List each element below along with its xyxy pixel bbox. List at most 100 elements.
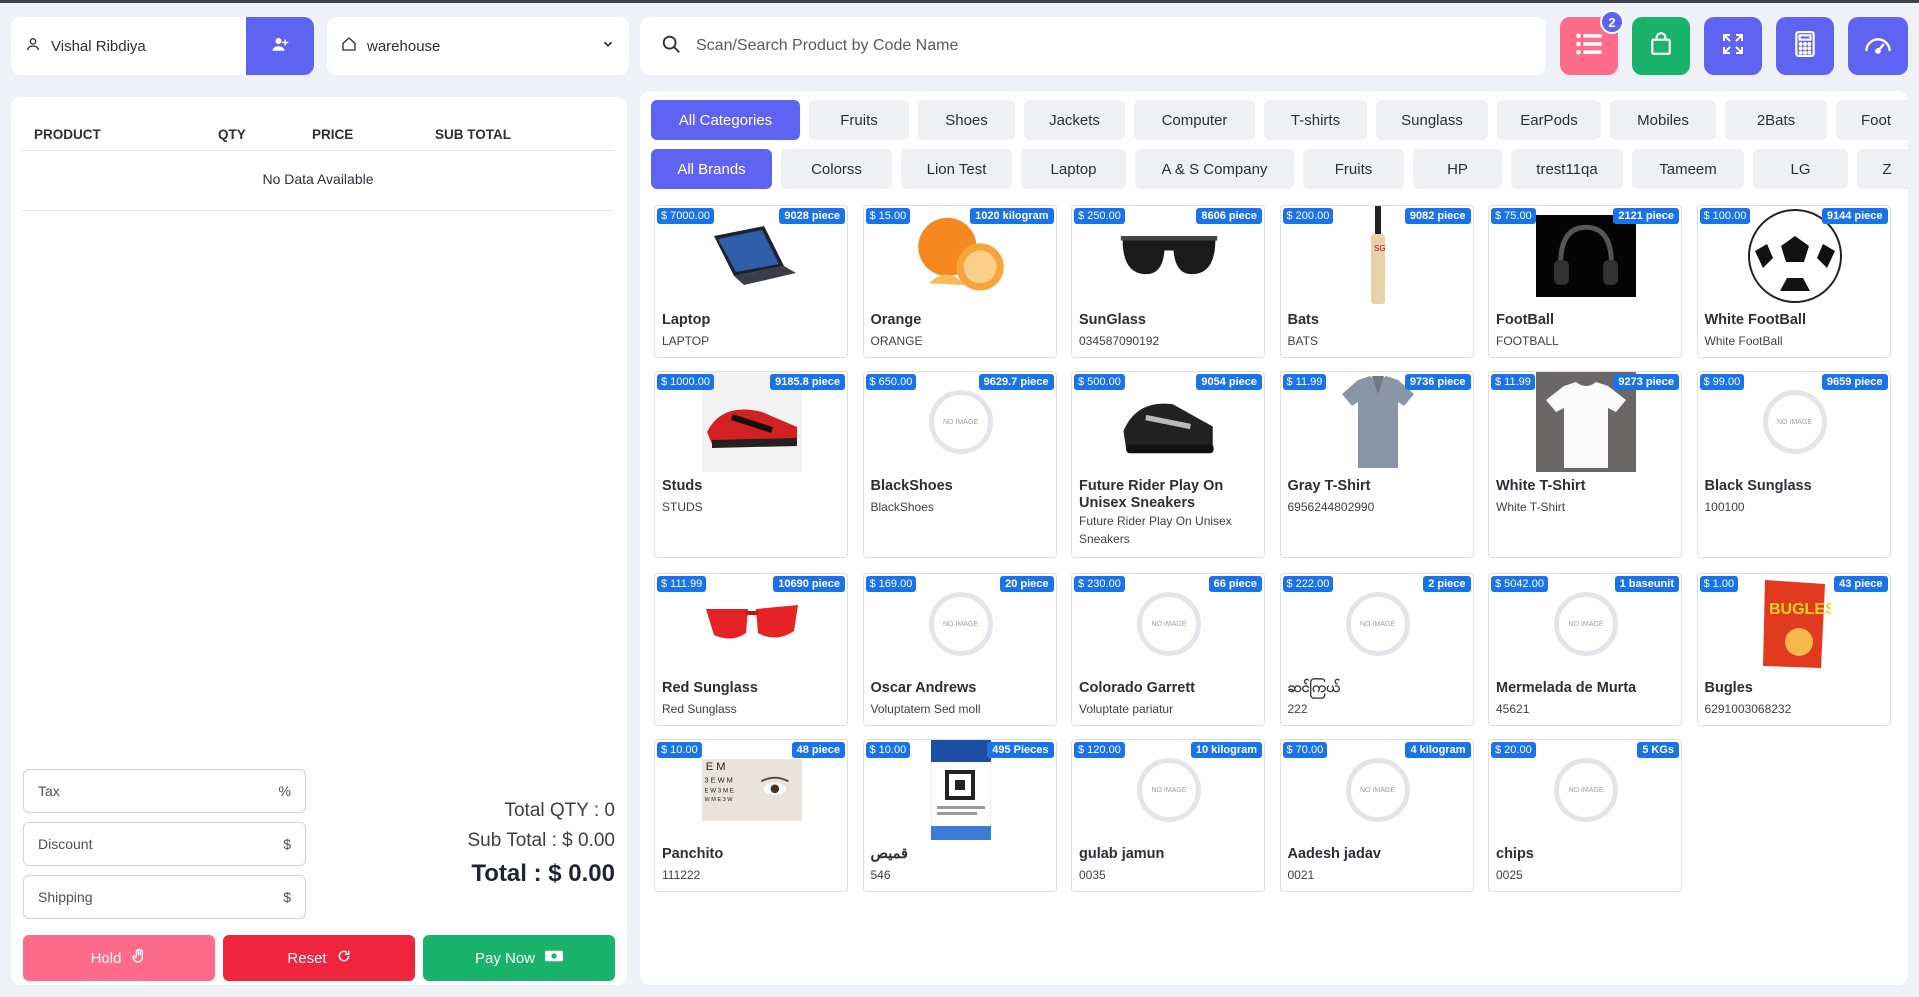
product-card[interactable]: NO IMAGE $ 99.00 9659 piece Black Sunglass 1… [1696,371,1891,558]
fullscreen-button[interactable] [1704,17,1762,75]
no-image-placeholder: NO IMAGE [1328,574,1428,674]
svg-text:SG: SG [1374,244,1386,253]
discount-unit: $ [283,836,291,852]
product-name: Future Rider Play On Unisex Sneakers [1079,478,1224,511]
svg-text:E M: E M [706,761,726,773]
brand-chip[interactable]: HP [1413,149,1502,189]
brand-chip[interactable]: Z [1857,149,1908,189]
category-filter-row: All Categories Fruits Shoes Jackets Comp… [651,100,1908,140]
reset-button[interactable]: Reset [223,935,415,981]
product-name: Red Sunglass [662,680,758,696]
category-chip[interactable]: EarPods [1497,100,1601,140]
product-card[interactable]: NO IMAGE $ 230.00 66 piece Colorado Garrett… [1071,573,1265,726]
warehouse-select[interactable]: warehouse [327,17,629,75]
category-chip[interactable]: All Categories [651,100,800,140]
user-icon [25,36,41,56]
category-chip[interactable]: Fruits [809,100,909,140]
product-card[interactable]: $ 1000.00 9185.8 piece Studs STUDS [654,371,848,558]
pay-now-button[interactable]: Pay Now [423,935,615,981]
price-badge: $ 500.00 [1074,374,1125,390]
product-card[interactable]: $ 11.99 9273 piece White T-Shirt White T-Sh… [1488,371,1682,558]
stock-badge: 20 piece [1000,576,1054,592]
product-card[interactable]: NO IMAGE $ 70.00 4 kilogram Aadesh jadav 002… [1279,739,1474,892]
brand-chip[interactable]: Colorss [781,149,892,189]
list-count-badge: 2 [1600,10,1624,34]
product-card[interactable]: $ 15.00 1020 kilogram Orange ORANGE [862,205,1057,358]
product-code: Red Sunglass [662,702,737,716]
product-card[interactable]: $ 75.00 2121 piece FootBall FOOTBALL [1488,205,1682,358]
brand-chip[interactable]: Tameem [1632,149,1744,189]
stock-badge: 9144 piece [1821,208,1888,224]
brand-chip[interactable]: Fruits [1303,149,1404,189]
dashboard-button[interactable] [1848,17,1908,75]
hand-icon [131,948,147,968]
product-card[interactable]: $ 10.00 495 Pieces قميص 546 [862,739,1057,892]
product-card[interactable]: NO IMAGE $ 222.00 2 piece ဆင်ကြယ် 222 [1279,573,1474,726]
no-image-placeholder: NO IMAGE [1536,740,1636,840]
search-input[interactable] [696,37,1496,55]
header-qty: QTY [218,127,246,142]
shipping-field[interactable]: Shipping $ [23,875,306,919]
product-name: ဆင်ကြယ် [1287,680,1341,696]
product-name: Colorado Garrett [1079,680,1196,696]
product-name: Black Sunglass [1704,478,1812,494]
product-card[interactable]: NO IMAGE $ 650.00 9629.7 piece BlackShoes Bl… [862,371,1057,558]
product-code: Voluptate pariatur [1079,702,1174,716]
category-chip[interactable]: T-shirts [1264,100,1367,140]
price-badge: $ 10.00 [865,742,911,758]
add-customer-button[interactable] [246,17,314,75]
stock-badge: 5 KGs [1637,742,1679,758]
stock-badge: 9273 piece [1613,374,1679,390]
category-chip[interactable]: Shoes [918,100,1015,140]
brand-chip[interactable]: trest11qa [1511,149,1623,189]
no-image-icon: NO IMAGE [1762,390,1827,454]
product-code: 0021 [1287,868,1315,882]
category-chip[interactable]: 2Bats [1725,100,1827,140]
header-sub-total: SUB TOTAL [435,127,511,142]
discount-field[interactable]: Discount $ [23,822,306,866]
product-card[interactable]: SG $ 200.00 9082 piece Bats BATS [1279,205,1474,358]
product-card[interactable]: $ 100.00 9144 piece White FootBall White Fo… [1696,205,1891,358]
brand-chip[interactable]: Lion Test [901,149,1012,189]
product-card[interactable]: $ 250.00 8606 piece SunGlass 034587090192 [1071,205,1265,358]
product-code: 222 [1287,702,1308,716]
product-search[interactable] [640,17,1546,75]
product-card[interactable]: E M 3 E W M E W 3 M E W M E 3 W $ 10.00 48 pi… [654,739,848,892]
stock-badge: 495 Pieces [987,742,1054,758]
brand-chip[interactable]: LG [1753,149,1848,189]
brand-chip[interactable]: A & S Company [1135,149,1294,189]
product-card[interactable]: $ 7000.00 9028 piece Laptop LAPTOP [654,205,848,358]
stock-badge: 2 piece [1423,576,1471,592]
product-name: White FootBall [1704,312,1807,328]
stock-badge: 9028 piece [779,208,845,224]
brand-chip[interactable]: All Brands [651,149,772,189]
product-code: 6956244802990 [1287,500,1375,514]
product-card[interactable]: NO IMAGE $ 5042.00 1 baseunit Mermelada de … [1488,573,1682,726]
category-chip[interactable]: Jackets [1024,100,1125,140]
customer-select[interactable]: Vishal Ribdiya [11,17,314,75]
product-card[interactable]: NO IMAGE $ 120.00 10 kilogram gulab jamun 00… [1071,739,1265,892]
product-image: BUGLES [1745,574,1845,674]
product-card[interactable]: $ 500.00 9054 piece Future Rider Play On U… [1071,371,1265,558]
shopping-bag-button[interactable] [1632,17,1690,75]
product-card[interactable]: $ 111.99 10690 piece Red Sunglass Red Sungl… [654,573,848,726]
product-card[interactable]: $ 11.99 9736 piece Gray T-Shirt 69562448029… [1279,371,1474,558]
product-card[interactable]: NO IMAGE $ 169.00 20 piece Oscar Andrews Vol… [862,573,1057,726]
product-card[interactable]: BUGLES $ 1.00 43 piece Bugles 6291003068232 [1696,573,1891,726]
product-card[interactable]: NO IMAGE $ 20.00 5 KGs chips 0025 [1488,739,1682,892]
price-badge: $ 99.00 [1699,374,1745,390]
no-image-icon: NO IMAGE [1554,592,1618,656]
category-chip[interactable]: Computer [1134,100,1255,140]
products-panel: All Categories Fruits Shoes Jackets Comp… [640,91,1908,985]
brand-chip[interactable]: Laptop [1021,149,1126,189]
hold-button[interactable]: Hold [23,935,215,981]
svg-text:E W 3 M E: E W 3 M E [704,787,733,794]
category-chip[interactable]: Foot [1836,100,1908,140]
category-chip[interactable]: Mobiles [1610,100,1716,140]
calculator-button[interactable] [1776,17,1834,75]
customer-field[interactable]: Vishal Ribdiya [11,36,246,56]
tax-field[interactable]: Tax % [23,769,306,813]
category-chip[interactable]: Sunglass [1376,100,1488,140]
price-badge: $ 11.99 [1491,374,1535,390]
product-list-button[interactable]: 2 [1560,10,1624,75]
